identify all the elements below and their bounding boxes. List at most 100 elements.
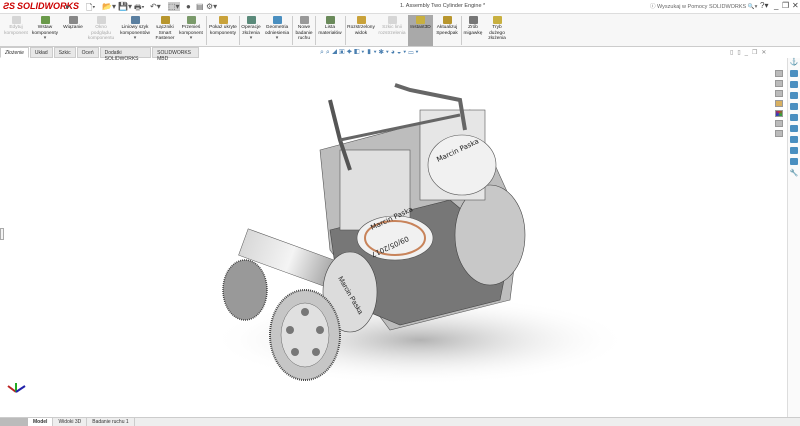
- motion-study-button[interactable]: Nowe badanie ruchu: [294, 16, 314, 42]
- undo-icon[interactable]: ↶▾: [150, 2, 161, 11]
- instant3d-button[interactable]: Instant3D: [408, 15, 433, 46]
- label: Aktualizuj Speedpak: [436, 25, 458, 36]
- separator: [206, 16, 207, 45]
- label: Wstaw komponenty: [31, 25, 59, 36]
- graphics-area[interactable]: Marcin Paska 09/05/2017 Marcin Paska Mar…: [0, 58, 786, 417]
- tab-addins[interactable]: Dodatki SOLIDWORKS: [99, 47, 152, 62]
- tab-sketch[interactable]: Szkic: [53, 47, 76, 58]
- large-assembly-icon: [492, 16, 502, 24]
- doc-restore-icon[interactable]: ❐: [752, 50, 761, 56]
- bottom-tabs: Model Widoki 3D Badanie ruchu 1: [0, 417, 800, 426]
- tab-layout[interactable]: Układ: [29, 47, 53, 58]
- label: Rozstrzelony widok: [347, 25, 375, 36]
- large-assembly-button[interactable]: Tryb dużego złożenia: [485, 16, 509, 42]
- pin-icon[interactable]: ⚓: [788, 58, 800, 66]
- close-button[interactable]: ✕: [792, 1, 799, 10]
- label: Wiązanie: [63, 25, 83, 30]
- view-back-icon[interactable]: [790, 81, 798, 88]
- exploded-view-icon: [356, 16, 366, 24]
- doc-minimize-icon[interactable]: _: [745, 50, 752, 56]
- view-front-icon[interactable]: [790, 70, 798, 77]
- view-right-icon[interactable]: [790, 103, 798, 110]
- menu-expand-icon[interactable]: ▸: [66, 2, 70, 11]
- tab-assembly[interactable]: Złożenie: [0, 47, 29, 58]
- help-search-placeholder: Wyszukaj w Pomocy SOLIDWORKS: [657, 4, 747, 10]
- smart-fasteners-icon: [160, 16, 170, 24]
- label: Przenieś komponent: [179, 25, 203, 36]
- doc-close-icon[interactable]: ✕: [761, 50, 770, 56]
- snapshot-button[interactable]: Zrób migawkę: [462, 16, 484, 36]
- forum-icon[interactable]: [775, 130, 783, 137]
- speedpak-icon: [442, 16, 452, 24]
- smart-fasteners-button[interactable]: Łączniki Smart Fastener: [153, 16, 177, 42]
- tab-3d-views[interactable]: Widoki 3D: [53, 418, 88, 426]
- assembly-features-button[interactable]: Operacje złożenia ▾: [240, 16, 262, 42]
- view-dimetric-icon[interactable]: [790, 158, 798, 165]
- feature-icon[interactable]: [775, 80, 783, 87]
- section-view-icon[interactable]: ▣: [339, 49, 346, 56]
- save-icon[interactable]: 💾▾: [118, 2, 132, 11]
- scene-icon[interactable]: ◒▾: [397, 49, 408, 56]
- appearances-icon[interactable]: [775, 110, 783, 117]
- dynamic-annotation-icon[interactable]: ✦: [347, 49, 355, 56]
- view-orientation-icon[interactable]: ◧▾: [354, 49, 366, 56]
- tab-evaluate[interactable]: Oceń: [76, 47, 99, 58]
- show-hidden-button[interactable]: Pokaż ukryte komponenty: [208, 16, 238, 36]
- engine-model: Marcin Paska 09/05/2017 Marcin Paska Mar…: [210, 83, 630, 385]
- hide-show-icon[interactable]: ✱▾: [379, 49, 391, 56]
- linear-pattern-button[interactable]: Liniowy szyk komponentów ▾: [118, 16, 152, 42]
- explode-line-sketch-button[interactable]: Szkic linii rozstrzelenia: [377, 16, 407, 36]
- open-icon[interactable]: 📂▾: [102, 2, 116, 11]
- motion-study-icon: [299, 16, 309, 24]
- rebuild-icon[interactable]: ●: [186, 2, 191, 11]
- label: Tryb dużego złożenia: [488, 25, 506, 41]
- options-icon[interactable]: ⚙▾: [206, 2, 217, 11]
- label: Okno podglądu komponentu: [87, 25, 115, 41]
- gear-small: [222, 259, 268, 321]
- mate-button[interactable]: Wiązanie: [62, 16, 84, 31]
- folder-icon[interactable]: [775, 90, 783, 97]
- component-preview-button[interactable]: Okno podglądu komponentu: [86, 16, 116, 42]
- speedpak-button[interactable]: Aktualizuj Speedpak: [434, 16, 460, 36]
- minimize-button[interactable]: _: [774, 1, 778, 10]
- label: Łączniki Smart Fastener: [155, 25, 175, 41]
- document-window-controls: ▯▯_❐✕: [730, 49, 770, 56]
- help-icon[interactable]: ?▾: [760, 1, 768, 10]
- tools-icon[interactable]: 🔧: [788, 169, 800, 177]
- label: Edytuj komponent: [4, 25, 28, 36]
- view-settings-icon[interactable]: ▭▾: [408, 49, 420, 56]
- title-bar: ƧS SOLIDWORKS ▸ 🗋▾ 📂▾ 💾▾ 🖶▾ ↶▾ ⬚▾ ● ▤ ⚙▾ …: [0, 0, 800, 14]
- reference-geometry-button[interactable]: Geometria odniesienia ▾: [263, 16, 291, 42]
- tab-mbd[interactable]: SOLIDWORKS MBD: [152, 47, 199, 62]
- custom-properties-icon[interactable]: [775, 120, 783, 127]
- select-icon[interactable]: ⬚▾: [168, 2, 180, 11]
- view-left-icon[interactable]: [790, 92, 798, 99]
- mate-icon: [68, 16, 78, 24]
- exploded-view-button[interactable]: Rozstrzelony widok: [346, 16, 376, 36]
- label: Szkic linii rozstrzelenia: [378, 25, 406, 36]
- view-palette: [775, 70, 785, 140]
- tab-scroll-buttons[interactable]: [0, 418, 28, 426]
- restore-button[interactable]: ❐: [782, 1, 789, 10]
- edit-component-button[interactable]: Edytuj komponent: [4, 16, 28, 36]
- label: Lista materiałów: [318, 25, 342, 36]
- task-pane: ⚓ 🔧: [787, 58, 800, 423]
- feature-tree-toggle[interactable]: [0, 228, 4, 240]
- tab-motion-study[interactable]: Badanie ruchu 1: [87, 418, 135, 426]
- insert-components-button[interactable]: Wstaw komponenty ▾: [31, 16, 59, 42]
- label: Operacje złożenia: [241, 25, 261, 36]
- help-search-input[interactable]: ⓘ Wyszukaj w Pomocy SOLIDWORKS 🔍▾: [650, 2, 757, 10]
- home-view-icon[interactable]: [775, 70, 783, 77]
- tab-model[interactable]: Model: [28, 418, 54, 426]
- view-top-icon[interactable]: [790, 114, 798, 121]
- bom-button[interactable]: Lista materiałów: [316, 16, 344, 36]
- file-properties-icon[interactable]: ▤: [196, 2, 204, 11]
- view-trimetric-icon[interactable]: [790, 147, 798, 154]
- view-bottom-icon[interactable]: [790, 125, 798, 132]
- heads-up-view-toolbar: ⌕⌕◢▣✦◧▾▮▾✱▾◕◒▾▭▾: [320, 49, 420, 57]
- view-palette-icon[interactable]: [775, 100, 783, 107]
- display-style-icon[interactable]: ▮▾: [366, 49, 378, 56]
- tile2-icon[interactable]: ▯: [737, 50, 744, 56]
- move-component-button[interactable]: Przenieś komponent ▾: [178, 16, 204, 42]
- view-iso-icon[interactable]: [790, 136, 798, 143]
